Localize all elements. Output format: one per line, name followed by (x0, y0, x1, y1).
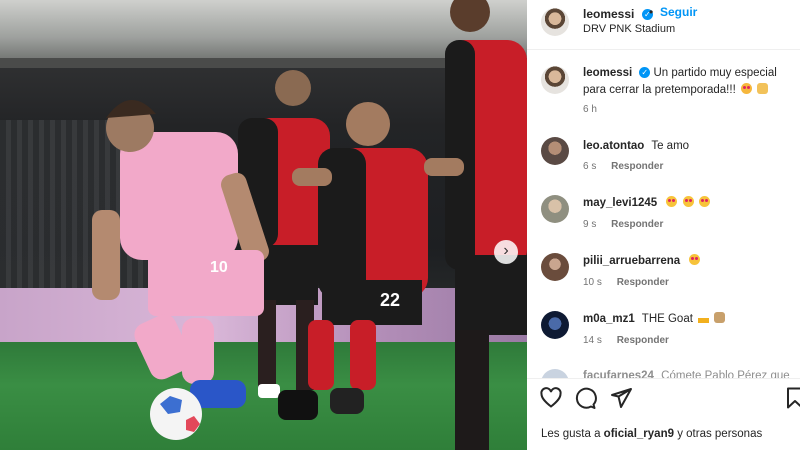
caption-avatar[interactable] (541, 66, 569, 94)
comment-username[interactable]: may_levi1245 (583, 197, 657, 209)
separator-dot: • (649, 5, 654, 19)
commenter-avatar[interactable] (541, 369, 569, 378)
commenter-avatar[interactable] (541, 311, 569, 339)
commenter-avatar[interactable] (541, 253, 569, 281)
comment-item: may_levi1245 9 s Responder (527, 190, 800, 238)
likes-prefix: Les gusta a (541, 428, 601, 440)
heart-icon[interactable] (539, 386, 563, 410)
reply-button[interactable]: Responder (617, 335, 669, 346)
post-location[interactable]: DRV PNK Stadium (583, 23, 675, 35)
defender-number: 22 (380, 290, 400, 310)
comment-item: facufarnes24 Cómete Pablo Pérez que (527, 364, 800, 378)
edge-player (445, 0, 527, 450)
raised-hands-emoji-icon (757, 83, 769, 94)
comment-text: Te amo (651, 140, 690, 152)
reply-button[interactable]: Responder (611, 161, 663, 172)
crown-emoji-icon (698, 314, 710, 323)
comment-time: 10 s (583, 277, 602, 288)
likes-user[interactable]: oficial_ryan9 (604, 428, 674, 440)
comment-username[interactable]: pilii_arruebarrena (583, 255, 680, 267)
comment-text: Cómete Pablo Pérez que (661, 370, 790, 378)
comment-time: 14 s (583, 335, 602, 346)
caption-time: 6 h (583, 104, 597, 115)
heart-eyes-emoji-icon (666, 196, 678, 207)
verified-badge-icon: ✓ (639, 67, 651, 78)
reply-button[interactable]: Responder (617, 277, 669, 288)
comment-item: leo.atontao Te amo 6 s Responder (527, 132, 800, 180)
post-photo[interactable]: 22 10 › (0, 0, 527, 450)
caption-username[interactable]: leomessi (583, 67, 632, 79)
likes-suffix: y otras personas (677, 428, 763, 440)
heart-eyes-emoji-icon (682, 196, 694, 207)
post-header: leomessi ✓ • Seguir DRV PNK Stadium (527, 0, 800, 50)
comment-time: 9 s (583, 219, 597, 230)
comment-username[interactable]: leo.atontao (583, 140, 644, 152)
bookmark-icon[interactable] (783, 386, 800, 410)
caption: leomessi ✓ Un partido muy especial para c… (527, 60, 800, 120)
reply-button[interactable]: Responder (611, 219, 663, 230)
laughing-emoji-icon (740, 83, 752, 94)
comment-username[interactable]: facufarnes24 (583, 370, 654, 378)
likes-summary[interactable]: Les gusta a oficial_ryan9 y otras person… (541, 428, 762, 440)
comment-time: 6 s (583, 161, 597, 172)
comment-item: m0a_mz1 THE Goat 14 s Responder (527, 306, 800, 354)
heart-eyes-emoji-icon (698, 196, 710, 207)
paper-plane-icon[interactable] (609, 386, 633, 410)
soccer-ball (150, 388, 202, 440)
goat-emoji-icon (714, 312, 726, 323)
actions-divider (527, 378, 800, 379)
commenter-avatar[interactable] (541, 195, 569, 223)
author-avatar[interactable] (541, 8, 569, 36)
follow-button[interactable]: Seguir (660, 5, 697, 19)
next-image-button[interactable]: › (494, 240, 518, 264)
post-side-panel: leomessi ✓ • Seguir DRV PNK Stadium leom… (527, 0, 800, 450)
author-username[interactable]: leomessi (583, 7, 634, 21)
comment-bubble-icon[interactable] (573, 386, 597, 410)
action-bar (527, 386, 800, 416)
comment-username[interactable]: m0a_mz1 (583, 313, 635, 325)
heart-eyes-emoji-icon (689, 254, 701, 265)
comment-text: THE Goat (641, 313, 693, 325)
comment-item: pilii_arruebarrena 10 s Responder (527, 248, 800, 296)
chevron-right-icon: › (503, 242, 509, 259)
players-illustration: 22 10 (92, 0, 527, 450)
messi-number: 10 (210, 259, 228, 276)
commenter-avatar[interactable] (541, 137, 569, 165)
